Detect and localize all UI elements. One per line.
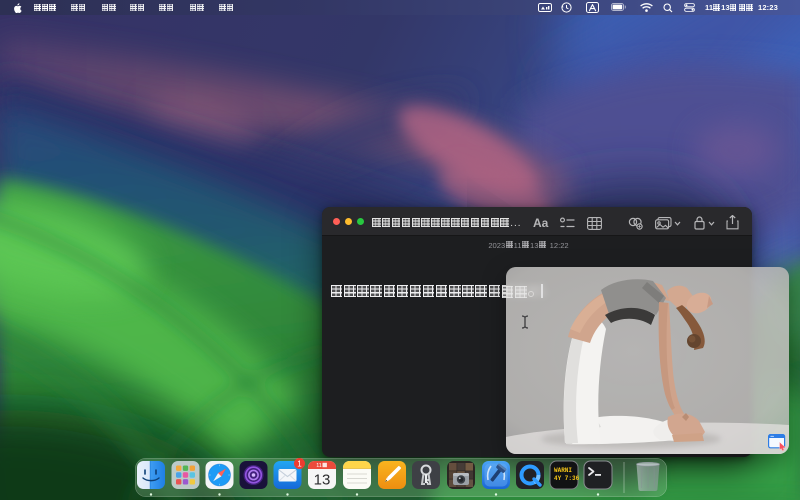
svg-text:1: 1 — [297, 459, 302, 468]
svg-text:11: 11 — [316, 463, 322, 469]
svg-text:4Y 7:36: 4Y 7:36 — [554, 475, 580, 482]
svg-text:13: 13 — [314, 472, 331, 489]
svg-text:WARNI: WARNI — [554, 467, 572, 474]
